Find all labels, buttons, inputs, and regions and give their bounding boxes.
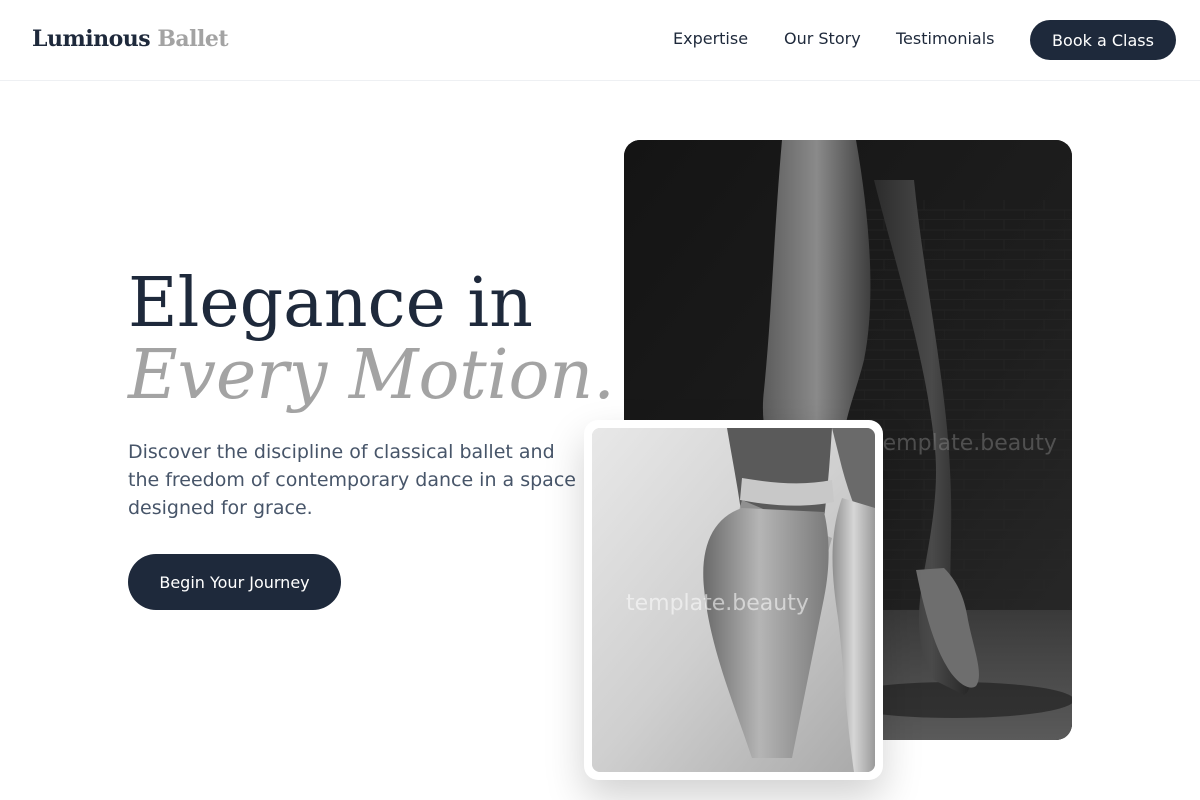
begin-journey-button[interactable]: Begin Your Journey [128, 554, 341, 610]
brand-name-accent: Ballet [157, 26, 229, 52]
pointe-shoes-photo: template.beauty [592, 428, 875, 772]
nav-link-expertise[interactable]: Expertise [673, 29, 748, 48]
book-class-button[interactable]: Book a Class [1030, 20, 1176, 60]
hero-subtext: Discover the discipline of classical bal… [128, 441, 576, 519]
pointe-shoes-card: template.beauty [584, 420, 883, 780]
small-watermark: template.beauty [626, 591, 809, 616]
main-watermark: template.beauty [874, 431, 1057, 456]
hero-headline-line2: Every Motion. [128, 336, 615, 415]
hero-headline-line1: Elegance in [128, 264, 533, 343]
hero-headline: Elegance in Every Motion. [128, 268, 615, 412]
brand-name-primary: Luminous [32, 26, 151, 52]
nav-link-testimonials[interactable]: Testimonials [896, 29, 995, 48]
pointe-shoes-illustration: template.beauty [592, 428, 875, 772]
site-header: Luminous Ballet Expertise Our Story Test… [0, 0, 1200, 81]
nav-link-our-story[interactable]: Our Story [784, 29, 861, 48]
brand-logo[interactable]: Luminous Ballet [32, 26, 229, 52]
